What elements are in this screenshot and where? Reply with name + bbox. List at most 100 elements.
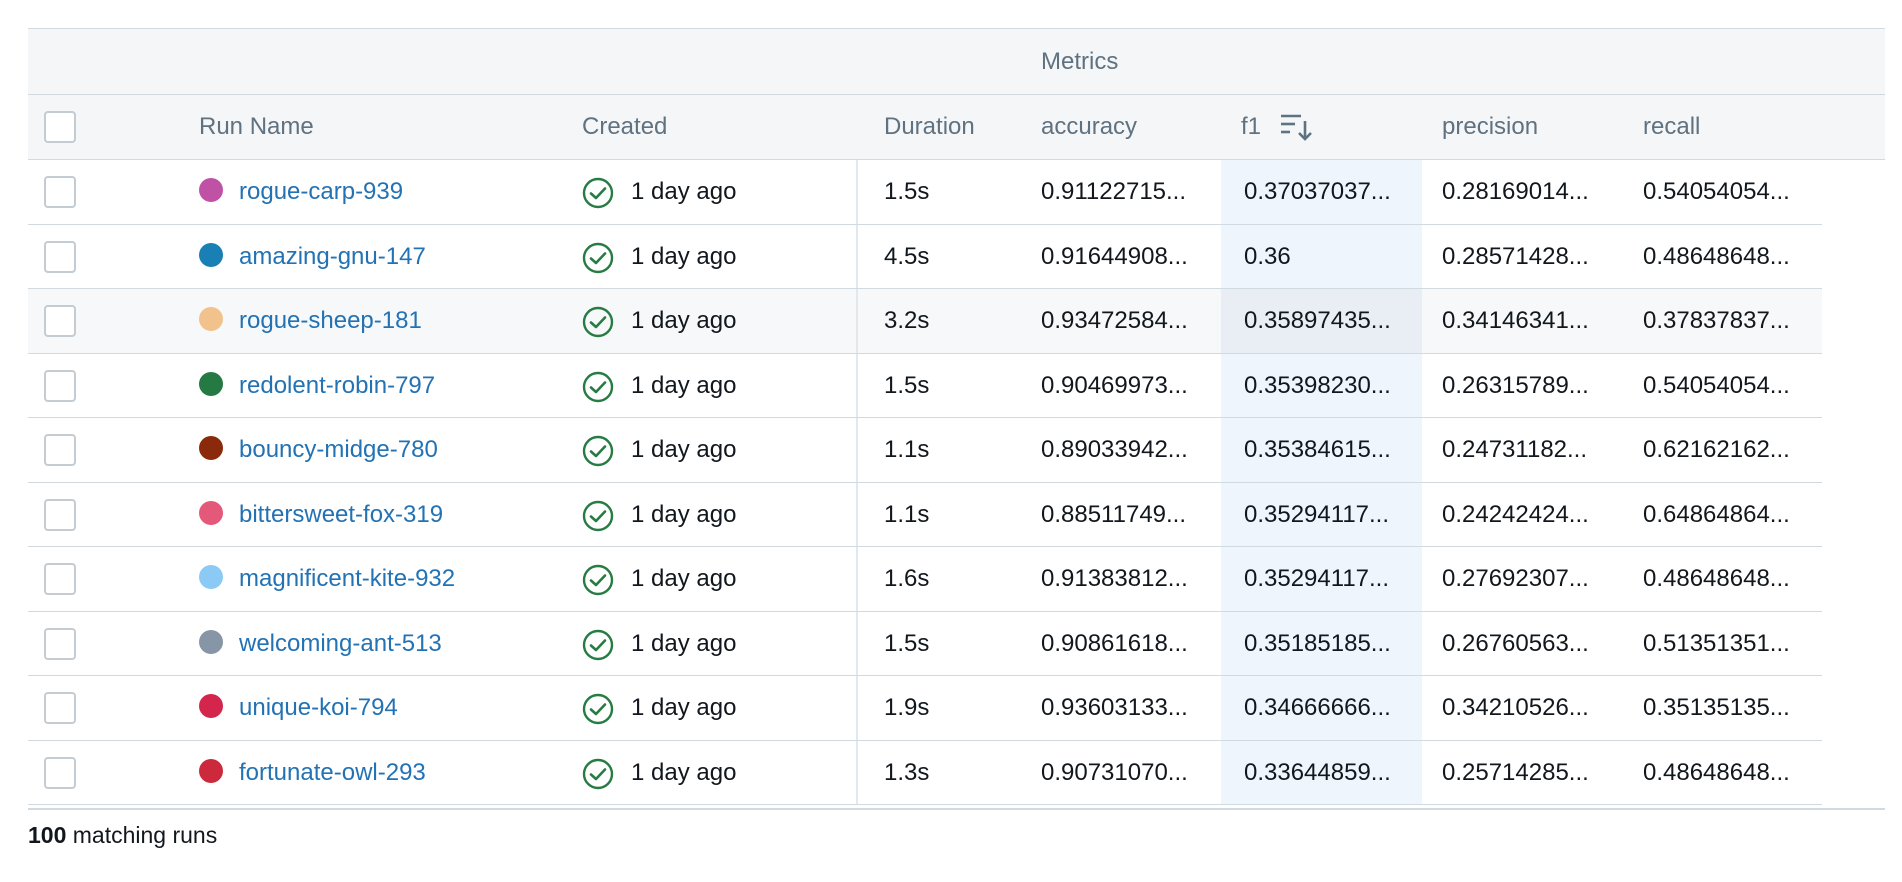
check-circle-icon	[582, 693, 614, 725]
created-cell: 1 day ago	[631, 758, 737, 786]
metrics-group-label: Metrics	[1041, 48, 1119, 75]
column-header-recall[interactable]: recall	[1643, 95, 1700, 159]
recall-cell: 0.48648648...	[1643, 565, 1790, 592]
run-name-cell: unique-koi-794	[239, 676, 398, 740]
recall-cell: 0.37837837...	[1643, 307, 1790, 334]
run-name-link[interactable]: amazing-gnu-147	[239, 243, 426, 270]
precision-cell: 0.24242424...	[1442, 500, 1589, 528]
precision-cell: 0.34210526...	[1442, 694, 1589, 721]
check-circle-icon	[582, 629, 614, 660]
check-circle-icon	[582, 435, 614, 467]
select-all-checkbox[interactable]	[44, 111, 76, 143]
row-select-checkbox[interactable]	[44, 434, 76, 466]
run-name-link[interactable]: bittersweet-fox-319	[239, 501, 443, 528]
row-select-checkbox[interactable]	[44, 563, 76, 595]
run-name-link[interactable]: bouncy-midge-780	[239, 436, 438, 463]
precision-cell: 0.24731182...	[1442, 436, 1588, 463]
run-color-dot	[199, 436, 223, 460]
row-select-checkbox[interactable]	[44, 627, 76, 660]
row-select-checkbox[interactable]	[44, 756, 76, 789]
created-cell: 1 day ago	[631, 371, 737, 399]
column-divider	[856, 289, 858, 353]
table-row[interactable]: bouncy-midge-780 1 day ago 1.1s 0.890339…	[28, 418, 1822, 483]
run-name-cell: welcoming-ant-513	[239, 612, 442, 676]
f1-cell: 0.35294117...	[1244, 565, 1390, 592]
check-circle-icon	[582, 371, 614, 402]
check-circle-icon	[582, 306, 614, 338]
run-name-cell: rogue-sheep-181	[239, 289, 422, 353]
table-row[interactable]: unique-koi-794 1 day ago 1.9s 0.93603133…	[28, 676, 1822, 741]
column-divider	[856, 224, 858, 288]
table-row[interactable]: bittersweet-fox-319 1 day ago 1.1s 0.885…	[28, 482, 1822, 547]
duration-cell: 1.3s	[884, 758, 930, 786]
recall-cell: 0.54054054...	[1643, 178, 1790, 205]
table-row[interactable]: rogue-carp-939 1 day ago 1.5s 0.91122715…	[28, 160, 1822, 225]
created-cell: 1 day ago	[631, 629, 737, 657]
created-cell: 1 day ago	[631, 242, 737, 270]
matching-runs-label: matching runs	[66, 822, 218, 848]
accuracy-cell: 0.93472584...	[1041, 307, 1188, 334]
table-footer-divider	[28, 808, 1885, 810]
precision-cell: 0.28169014...	[1442, 178, 1589, 205]
table-row[interactable]: fortunate-owl-293 1 day ago 1.3s 0.90731…	[28, 740, 1822, 805]
duration-cell: 1.1s	[884, 436, 930, 463]
created-cell: 1 day ago	[631, 694, 737, 721]
row-select-checkbox[interactable]	[44, 498, 76, 531]
row-select-checkbox[interactable]	[44, 240, 76, 273]
column-header-accuracy[interactable]: accuracy	[1041, 95, 1137, 159]
run-name-link[interactable]: unique-koi-794	[239, 694, 398, 721]
run-color-dot	[199, 307, 223, 331]
accuracy-cell: 0.90861618...	[1041, 629, 1188, 657]
run-name-link[interactable]: redolent-robin-797	[239, 372, 435, 399]
run-color-dot	[199, 371, 223, 396]
f1-cell: 0.34666666...	[1244, 694, 1391, 721]
run-name-link[interactable]: rogue-carp-939	[239, 178, 403, 205]
run-name-cell: bouncy-midge-780	[239, 418, 438, 482]
column-header-f1[interactable]: f1	[1241, 95, 1312, 159]
run-color-dot	[199, 565, 223, 589]
column-header-f1-label: f1	[1241, 113, 1262, 140]
duration-cell: 1.5s	[884, 178, 930, 205]
sort-descending-icon[interactable]	[1279, 112, 1313, 142]
accuracy-cell: 0.88511749...	[1041, 500, 1187, 528]
duration-cell: 3.2s	[884, 307, 930, 334]
run-name-link[interactable]: rogue-sheep-181	[239, 307, 422, 334]
row-select-checkbox[interactable]	[44, 692, 76, 724]
duration-cell: 1.9s	[884, 694, 930, 721]
precision-cell: 0.25714285...	[1442, 758, 1589, 786]
row-select-checkbox[interactable]	[44, 176, 76, 208]
created-cell: 1 day ago	[631, 565, 737, 592]
column-header-run-name[interactable]: Run Name	[199, 95, 314, 159]
column-header-precision[interactable]: precision	[1442, 95, 1538, 159]
accuracy-cell: 0.91122715...	[1041, 178, 1187, 205]
recall-cell: 0.48648648...	[1643, 758, 1790, 786]
run-name-cell: bittersweet-fox-319	[239, 483, 443, 547]
f1-cell: 0.33644859...	[1244, 758, 1391, 786]
table-row[interactable]: amazing-gnu-147 1 day ago 4.5s 0.9164490…	[28, 224, 1822, 289]
run-name-link[interactable]: magnificent-kite-932	[239, 565, 455, 592]
row-select-checkbox[interactable]	[44, 305, 76, 337]
runs-table: Metrics Run Name Created Duration accura…	[28, 28, 1885, 805]
table-row[interactable]: redolent-robin-797 1 day ago 1.5s 0.9046…	[28, 353, 1822, 418]
table-row[interactable]: welcoming-ant-513 1 day ago 1.5s 0.90861…	[28, 611, 1822, 676]
run-name-cell: fortunate-owl-293	[239, 741, 426, 805]
run-color-dot	[199, 629, 223, 654]
recall-cell: 0.64864864...	[1643, 500, 1790, 528]
f1-cell: 0.35398230...	[1244, 371, 1391, 399]
recall-cell: 0.54054054...	[1643, 371, 1790, 399]
column-divider	[856, 482, 858, 546]
column-header-duration[interactable]: Duration	[884, 95, 975, 159]
column-divider	[856, 611, 858, 675]
table-row[interactable]: rogue-sheep-181 1 day ago 3.2s 0.9347258…	[28, 289, 1822, 354]
run-color-dot	[199, 500, 223, 525]
table-row[interactable]: magnificent-kite-932 1 day ago 1.6s 0.91…	[28, 547, 1822, 612]
row-select-checkbox[interactable]	[44, 369, 76, 402]
column-divider	[856, 740, 858, 804]
run-name-link[interactable]: fortunate-owl-293	[239, 759, 426, 786]
run-name-link[interactable]: welcoming-ant-513	[239, 630, 442, 657]
duration-cell: 1.1s	[884, 500, 930, 528]
column-divider	[856, 160, 858, 224]
column-header-created[interactable]: Created	[582, 95, 667, 159]
check-circle-icon	[582, 758, 614, 789]
precision-cell: 0.28571428...	[1442, 242, 1589, 270]
